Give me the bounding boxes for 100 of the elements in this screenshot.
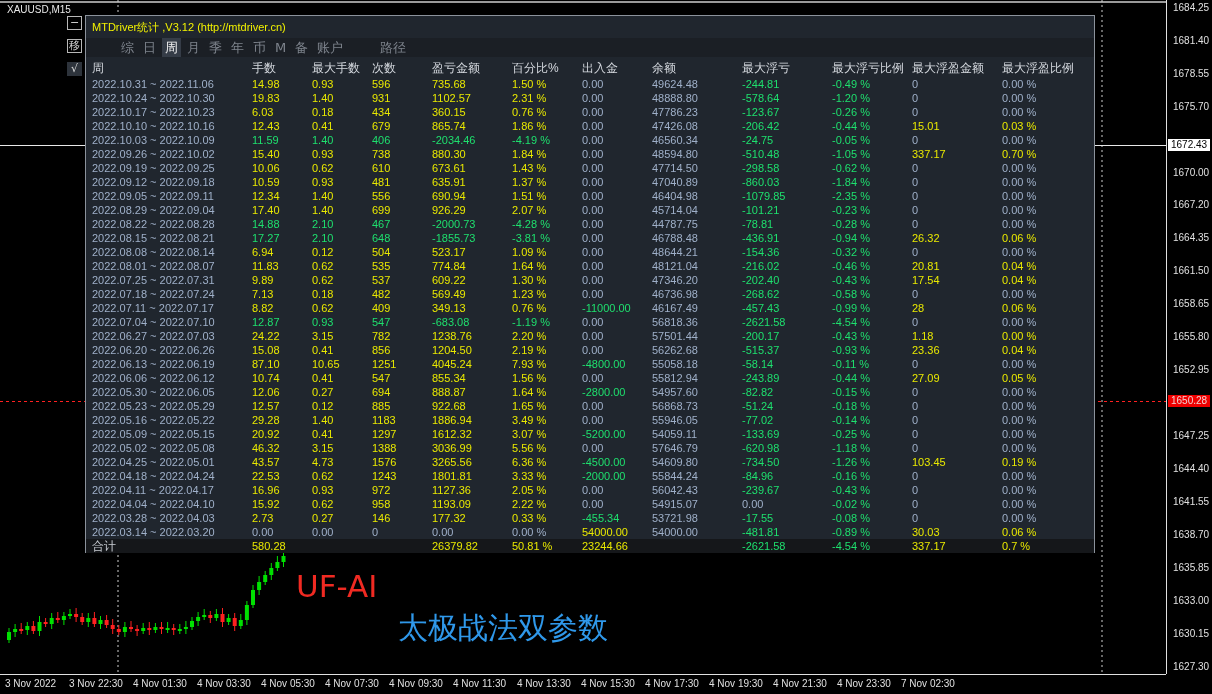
- table-cell-text: 12.34: [252, 189, 281, 203]
- price-label: 1627.30: [1173, 661, 1210, 674]
- table-cell-text: -0.14 %: [832, 413, 871, 427]
- table-cell-text: 0.00: [582, 217, 605, 231]
- table-cell-text: 3265.56: [432, 455, 473, 469]
- table-cell-text: 0.00: [582, 245, 605, 259]
- tab[interactable]: 日: [140, 38, 159, 57]
- tab[interactable]: 备: [292, 38, 312, 57]
- tab[interactable]: 年: [228, 38, 247, 57]
- panel-button[interactable]: −: [67, 16, 82, 30]
- table-cell-text: 467: [372, 217, 392, 231]
- table-cell-text: 931: [372, 91, 392, 105]
- table-cell-text: 15.01: [912, 119, 941, 133]
- table-cell-text: -1.84 %: [832, 175, 871, 189]
- tab[interactable]: 季: [206, 38, 225, 57]
- table-cell-text: 0.76 %: [512, 105, 548, 119]
- table-cell-text: -243.89: [742, 371, 781, 385]
- table-cell-text: 2022.04.18 ~ 2022.04.24: [92, 469, 216, 483]
- tab[interactable]: 路径: [377, 38, 410, 57]
- table-cell-text: 0.18: [312, 105, 335, 119]
- time-label: 4 Nov 15:30: [581, 677, 636, 691]
- table-cell-text: 0.00: [582, 133, 605, 147]
- time-label: 4 Nov 03:30: [197, 677, 252, 691]
- time-label: 4 Nov 19:30: [709, 677, 764, 691]
- table-cell-text: 46736.98: [652, 287, 699, 301]
- table-cell-text: 15.40: [252, 147, 281, 161]
- table-cell-text: 0: [912, 203, 920, 217]
- table-cell-text: 48121.04: [652, 259, 699, 273]
- candlestick: [129, 620, 133, 633]
- table-cell-text: 10.74: [252, 371, 281, 385]
- table-cell-text: 54000.00: [652, 525, 699, 539]
- table-cell-text: 0.00: [582, 273, 605, 287]
- price-label: 1684.25: [1173, 2, 1210, 14]
- table-cell-text: 23.36: [912, 343, 941, 357]
- tab[interactable]: 账户: [314, 38, 347, 57]
- time-label: 4 Nov 07:30: [325, 677, 380, 691]
- table-cell-text: 46560.34: [652, 133, 699, 147]
- table-cell-text: 54915.07: [652, 497, 699, 511]
- table-cell-text: 856: [372, 343, 392, 357]
- price-label: 1655.80: [1173, 331, 1210, 344]
- table-cell-text: 55058.18: [652, 357, 699, 371]
- table-cell-text: 1.40: [312, 413, 335, 427]
- tab[interactable]: 周: [162, 38, 181, 57]
- price-label: 1652.95: [1173, 364, 1210, 377]
- tab[interactable]: 综: [118, 38, 137, 57]
- table-cell-text: 28: [912, 301, 926, 315]
- table-cell-text: 1.65 %: [512, 399, 548, 413]
- table-cell-text: 694: [372, 385, 392, 399]
- table-cell-text: 2022.10.10 ~ 2022.10.16: [92, 119, 216, 133]
- tab[interactable]: 币: [250, 38, 269, 57]
- table-cell-text: -1.05 %: [832, 147, 871, 161]
- table-cell-text: 673.61: [432, 161, 467, 175]
- table-cell-text: -0.28 %: [832, 217, 871, 231]
- table-cell-text: 12.57: [252, 399, 281, 413]
- table-cell-text: -457.43: [742, 301, 781, 315]
- table-cell-text: -0.16 %: [832, 469, 871, 483]
- table-cell-text: 0: [912, 497, 920, 511]
- table-cell-text: 2022.03.28 ~ 2022.04.03: [92, 511, 216, 525]
- table-cell-text: 1243: [372, 469, 398, 483]
- column-header: 手数: [252, 60, 277, 77]
- column-header: 最大浮亏: [742, 60, 791, 77]
- table-cell-text: 57501.44: [652, 329, 699, 343]
- table-cell-text: 7.93 %: [512, 357, 548, 371]
- price-label: 1681.40: [1173, 35, 1210, 47]
- table-cell-text: -0.43 %: [832, 273, 871, 287]
- table-cell-text: 8.82: [252, 301, 275, 315]
- column-header: 最大浮盈比例: [1002, 60, 1075, 77]
- column-header: 最大浮亏比例: [832, 60, 905, 77]
- table-cell-text: -0.02 %: [832, 497, 871, 511]
- candlestick: [251, 584, 255, 609]
- table-cell-text: -200.17: [742, 329, 781, 343]
- table-cell-text: -436.91: [742, 231, 781, 245]
- table-cell-text: 596: [372, 77, 392, 91]
- subtitle-label: 太极战法双参数: [398, 609, 608, 647]
- table-cell-text: 1102.57: [432, 91, 472, 105]
- table-cell-text: 1.09 %: [512, 245, 548, 259]
- tab[interactable]: M: [272, 38, 290, 57]
- table-cell-text: 0.06 %: [1002, 525, 1038, 539]
- table-cell-text: 0.62: [312, 497, 335, 511]
- table-cell-text: 0.00: [582, 119, 605, 133]
- price-label: 1678.55: [1173, 68, 1210, 80]
- table-cell-text: 0.12: [312, 245, 335, 259]
- table-cell-text: -0.25 %: [832, 427, 871, 441]
- table-cell-text: 0.00: [582, 441, 605, 455]
- table-cell-text: 972: [372, 483, 392, 497]
- panel-button[interactable]: √: [67, 62, 82, 76]
- table-cell-text: 569.49: [432, 287, 467, 301]
- table-cell-text: 0: [372, 525, 380, 539]
- table-cell-text: 434: [372, 105, 392, 119]
- candlestick: [190, 616, 194, 631]
- table-cell-text: 679: [372, 119, 392, 133]
- table-cell-text: 6.03: [252, 105, 275, 119]
- panel-button[interactable]: 移: [67, 39, 82, 53]
- table-cell-text: 12.87: [252, 315, 281, 329]
- tab[interactable]: 月: [184, 38, 203, 57]
- table-cell-text: -268.62: [742, 287, 781, 301]
- table-cell-text: 735.68: [432, 77, 467, 91]
- table-cell-text: 0.00: [582, 77, 605, 91]
- table-cell-text: 87.10: [252, 357, 281, 371]
- table-cell-text: 1183: [372, 413, 397, 427]
